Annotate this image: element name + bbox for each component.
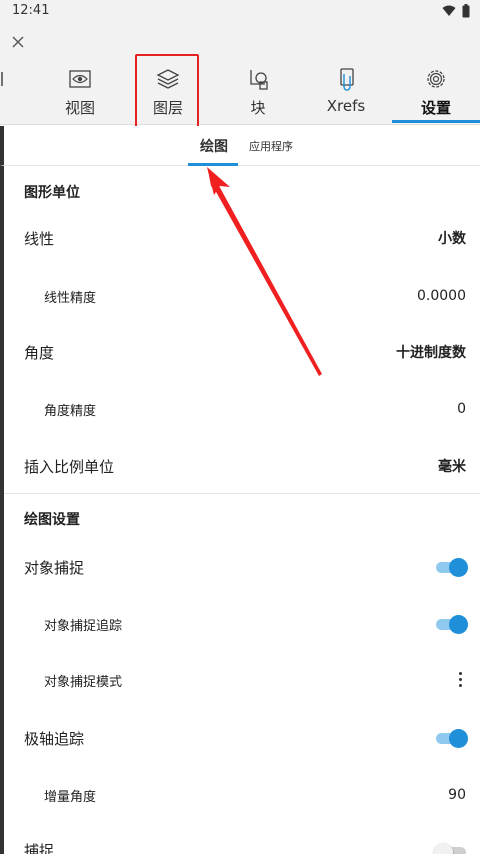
setting-label: 极轴追踪 bbox=[24, 729, 85, 748]
object-snap-toggle[interactable] bbox=[436, 558, 468, 577]
partial-icon bbox=[0, 66, 6, 92]
subtab-application[interactable]: 应用程序 bbox=[249, 138, 293, 154]
setting-label: 对象捕捉模式 bbox=[44, 674, 123, 690]
xref-icon bbox=[333, 66, 359, 92]
setting-label: 捕捉 bbox=[24, 841, 55, 854]
setting-value: 毫米 bbox=[438, 459, 466, 475]
top-toolbar: 综 视图 图层 bbox=[0, 24, 480, 125]
setting-value: 0 bbox=[457, 401, 466, 417]
setting-label: 线性精度 bbox=[44, 290, 97, 306]
battery-icon bbox=[462, 4, 470, 18]
setting-label: 对象捕捉追踪 bbox=[44, 618, 123, 634]
polar-tracking-toggle[interactable] bbox=[436, 729, 468, 748]
eye-icon bbox=[67, 66, 93, 92]
block-icon bbox=[245, 66, 271, 92]
tab-label: 综 bbox=[0, 97, 1, 118]
tab-xrefs[interactable]: Xrefs bbox=[320, 60, 372, 124]
more-options-icon[interactable] bbox=[459, 672, 462, 687]
close-icon bbox=[12, 36, 24, 48]
setting-label: 角度精度 bbox=[44, 403, 97, 419]
status-time: 12:41 bbox=[12, 3, 50, 18]
setting-value: 90 bbox=[448, 787, 466, 803]
snap-toggle[interactable] bbox=[434, 843, 466, 854]
tab-label: 块 bbox=[250, 99, 266, 117]
close-button[interactable] bbox=[8, 32, 28, 52]
setting-value: 0.0000 bbox=[417, 288, 466, 304]
tab-label: Xrefs bbox=[326, 97, 366, 115]
setting-label: 插入比例单位 bbox=[24, 457, 115, 476]
tab-label: 设置 bbox=[420, 99, 451, 117]
setting-label: 对象捕捉 bbox=[24, 558, 85, 577]
sub-tab-bar: 绘图 应用程序 bbox=[0, 126, 480, 166]
setting-label: 线性 bbox=[24, 229, 55, 248]
setting-row-object-snap[interactable]: 对象捕捉 bbox=[4, 555, 480, 579]
setting-label: 角度 bbox=[24, 343, 55, 362]
setting-row-insert-units[interactable]: 插入比例单位 毫米 bbox=[4, 454, 480, 478]
setting-row-linear-precision[interactable]: 线性精度 0.0000 bbox=[4, 284, 480, 308]
tab-settings[interactable]: 设置 bbox=[410, 60, 462, 124]
wifi-icon bbox=[442, 5, 456, 16]
object-snap-tracking-toggle[interactable] bbox=[436, 615, 468, 634]
setting-row-snap[interactable]: 捕捉 bbox=[4, 838, 480, 854]
setting-row-increment-angle[interactable]: 增量角度 90 bbox=[4, 783, 480, 807]
setting-value: 小数 bbox=[438, 231, 466, 247]
status-icons bbox=[442, 4, 470, 18]
section-divider bbox=[4, 493, 480, 494]
gear-icon bbox=[423, 66, 449, 92]
tab-partial[interactable]: 综 bbox=[0, 60, 8, 124]
setting-row-linear[interactable]: 线性 小数 bbox=[4, 226, 480, 250]
setting-row-angle-precision[interactable]: 角度精度 0 bbox=[4, 397, 480, 421]
subtab-drawing[interactable]: 绘图 bbox=[200, 136, 228, 156]
active-tab-indicator bbox=[392, 120, 480, 123]
tab-label: 视图 bbox=[64, 99, 95, 117]
section-header-drawing-settings: 绘图设置 bbox=[24, 512, 80, 528]
setting-row-polar-tracking[interactable]: 极轴追踪 bbox=[4, 726, 480, 750]
status-bar: 12:41 bbox=[0, 0, 480, 24]
tab-bar: 综 视图 图层 bbox=[0, 60, 480, 124]
tab-view[interactable]: 视图 bbox=[55, 60, 105, 124]
settings-content: 图形单位 线性 小数 线性精度 0.0000 角度 十进制度数 角度精度 0 插… bbox=[0, 166, 480, 854]
setting-row-object-snap-tracking[interactable]: 对象捕捉追踪 bbox=[4, 612, 480, 636]
setting-row-object-snap-mode[interactable]: 对象捕捉模式 bbox=[4, 668, 480, 692]
section-header-units: 图形单位 bbox=[24, 185, 80, 201]
setting-value: 十进制度数 bbox=[396, 345, 466, 361]
setting-row-angle[interactable]: 角度 十进制度数 bbox=[4, 340, 480, 364]
tab-blocks[interactable]: 块 bbox=[232, 60, 284, 124]
setting-label: 增量角度 bbox=[44, 789, 97, 805]
